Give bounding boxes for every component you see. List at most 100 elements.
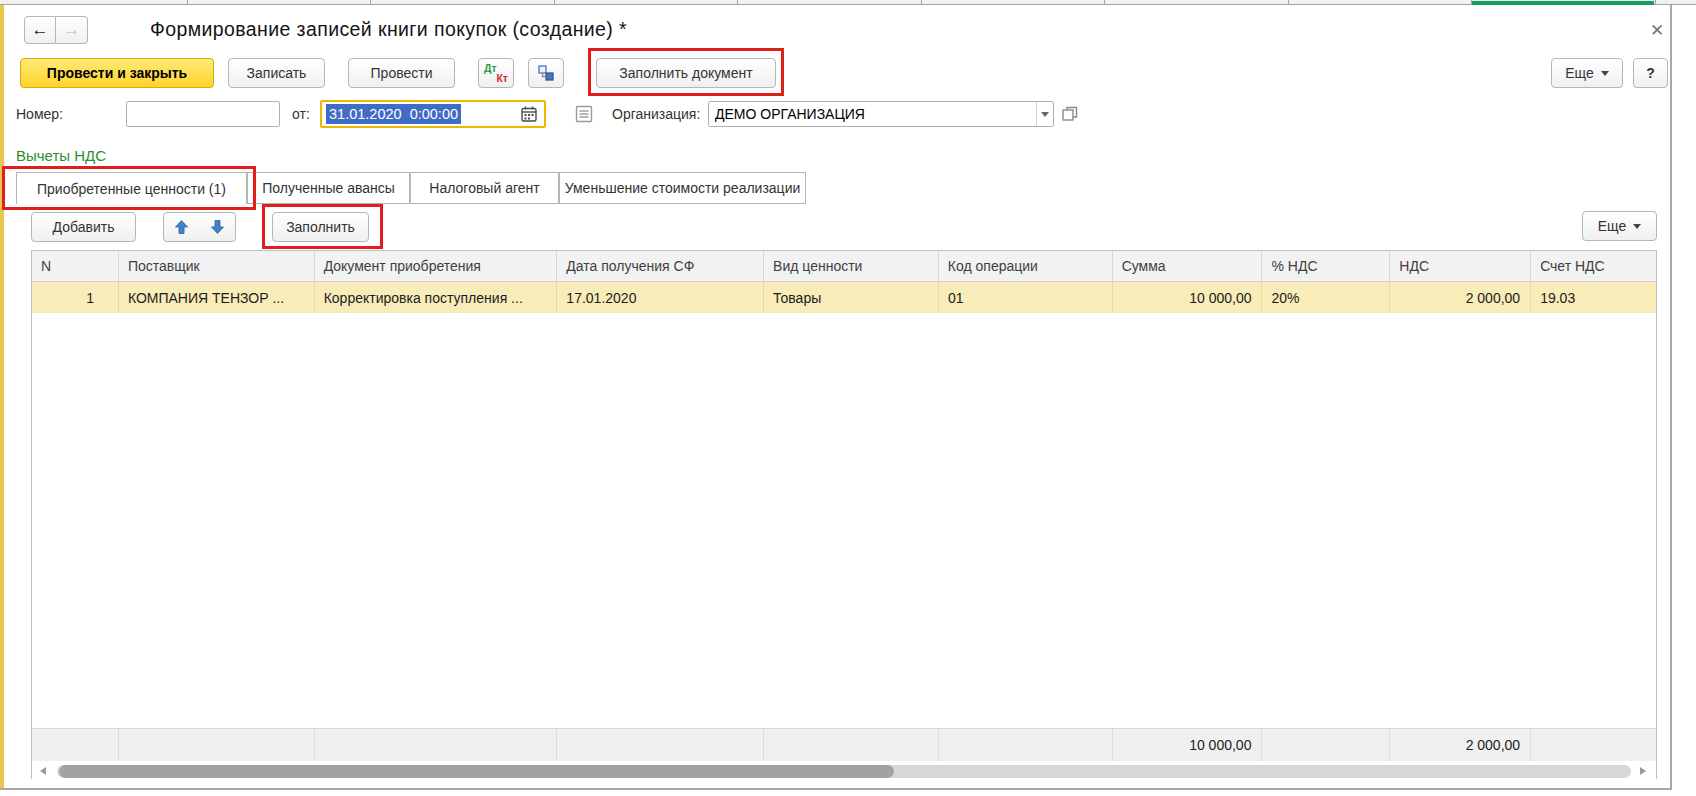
cell-vat-account[interactable]: 19.03 — [1531, 282, 1656, 313]
move-up-button[interactable] — [163, 212, 200, 242]
strip-divider — [1655, 0, 1656, 5]
date-label: от: — [292, 101, 310, 127]
table-totals-row: 10 000,00 2 000,00 — [32, 728, 1656, 761]
column-header-supplier[interactable]: Поставщик — [119, 251, 315, 281]
total-empty — [557, 729, 764, 761]
tab-label: Приобретенные ценности (1) — [37, 181, 226, 197]
column-header-vat-percent[interactable]: % НДС — [1262, 251, 1390, 281]
more-label: Еще — [1565, 65, 1594, 81]
cell-vat-percent[interactable]: 20% — [1262, 282, 1390, 313]
column-header-operation-code[interactable]: Код операции — [939, 251, 1113, 281]
forward-icon: → — [63, 20, 80, 40]
history-list-icon[interactable] — [574, 104, 594, 124]
cell-supplier[interactable]: КОМПАНИЯ ТЕНЗОР ... — [119, 282, 315, 313]
column-header-purchase-document[interactable]: Документ приобретения — [315, 251, 558, 281]
cell-value-type[interactable]: Товары — [764, 282, 939, 313]
column-header-invoice-date[interactable]: Дата получения СФ — [557, 251, 764, 281]
tab-received-advances[interactable]: Полученные авансы — [247, 172, 410, 204]
structure-icon — [537, 64, 555, 82]
arrow-down-icon — [210, 219, 225, 235]
tab-sales-cost-reduction[interactable]: Уменьшение стоимости реализации — [559, 172, 806, 204]
cell-amount[interactable]: 10 000,00 — [1113, 282, 1263, 313]
post-and-close-button[interactable]: Провести и закрыть — [20, 58, 214, 88]
total-empty — [1262, 729, 1390, 761]
section-title-vat-deductions: Вычеты НДС — [16, 147, 106, 164]
more-button-table[interactable]: Еще — [1582, 211, 1657, 241]
post-button[interactable]: Провести — [348, 58, 455, 88]
save-button[interactable]: Записать — [228, 58, 325, 88]
add-row-button[interactable]: Добавить — [31, 212, 136, 242]
more-label: Еще — [1598, 218, 1627, 234]
post-label: Провести — [371, 65, 433, 81]
fill-document-button[interactable]: Заполнить документ — [596, 58, 776, 88]
total-empty — [764, 729, 939, 761]
total-empty — [315, 729, 558, 761]
column-header-amount[interactable]: Сумма — [1113, 251, 1263, 281]
dt-kt-button[interactable]: Дт Кт — [478, 58, 514, 88]
column-header-vat[interactable]: НДС — [1390, 251, 1531, 281]
active-tab-indicator — [1472, 1, 1654, 5]
fill-document-label: Заполнить документ — [619, 65, 752, 81]
arrow-up-icon — [174, 219, 189, 235]
fill-label: Заполнить — [286, 219, 355, 235]
chevron-down-icon — [1633, 224, 1641, 229]
organization-value: ДЕМО ОРГАНИЗАЦИЯ — [715, 106, 865, 122]
tab-label: Налоговый агент — [429, 180, 539, 196]
document-structure-button[interactable] — [528, 58, 564, 88]
tab-label: Уменьшение стоимости реализации — [565, 180, 801, 196]
total-empty — [32, 729, 119, 761]
total-amount: 10 000,00 — [1113, 729, 1263, 761]
dt-label: Дт — [484, 62, 497, 74]
back-button[interactable]: ← — [24, 16, 56, 44]
help-label: ? — [1646, 65, 1655, 81]
strip-divider — [737, 0, 738, 5]
calendar-icon[interactable] — [520, 105, 538, 123]
back-icon: ← — [32, 20, 49, 40]
save-label: Записать — [247, 65, 307, 81]
move-down-button[interactable] — [199, 212, 236, 242]
horizontal-scrollbar[interactable] — [32, 762, 1656, 780]
organization-input[interactable]: ДЕМО ОРГАНИЗАЦИЯ — [708, 101, 1054, 127]
cell-n[interactable]: 1 — [32, 282, 119, 313]
column-header-n[interactable]: N — [32, 251, 119, 281]
window-right-border — [1670, 5, 1672, 790]
app-tab-strip — [0, 0, 1696, 5]
forward-button[interactable]: → — [56, 16, 88, 44]
number-input[interactable] — [126, 101, 280, 127]
organization-label: Организация: — [612, 101, 700, 127]
total-empty — [119, 729, 315, 761]
more-button-top[interactable]: Еще — [1551, 58, 1623, 88]
page-title: Формирование записей книги покупок (созд… — [150, 18, 627, 41]
chevron-down-icon — [1601, 71, 1609, 76]
tab-label: Полученные авансы — [262, 180, 395, 196]
cell-invoice-date[interactable]: 17.01.2020 — [557, 282, 764, 313]
organization-dropdown-button[interactable] — [1036, 102, 1052, 126]
close-icon[interactable]: ✕ — [1650, 20, 1664, 40]
cell-purchase-document[interactable]: Корректировка поступления ... — [315, 282, 558, 313]
form-left-accent — [0, 5, 4, 789]
open-organization-icon[interactable] — [1060, 104, 1080, 124]
dt-kt-icon: Дт Кт — [479, 59, 513, 87]
table-row[interactable]: 1 КОМПАНИЯ ТЕНЗОР ... Корректировка пост… — [32, 282, 1656, 313]
date-input[interactable]: 31.01.2020 0:00:00 — [320, 100, 546, 128]
strip-divider — [370, 0, 371, 5]
strip-divider — [1288, 0, 1289, 5]
fill-button[interactable]: Заполнить — [272, 212, 369, 242]
kt-label: Кт — [496, 72, 508, 84]
scrollbar-thumb[interactable] — [59, 765, 894, 778]
tab-tax-agent[interactable]: Налоговый агент — [410, 172, 559, 204]
add-label: Добавить — [53, 219, 115, 235]
date-value-selected: 31.01.2020 0:00:00 — [326, 104, 461, 124]
strip-divider — [187, 0, 188, 5]
column-header-value-type[interactable]: Вид ценности — [764, 251, 939, 281]
help-button[interactable]: ? — [1633, 58, 1668, 88]
cell-operation-code[interactable]: 01 — [939, 282, 1113, 313]
cell-vat[interactable]: 2 000,00 — [1390, 282, 1531, 313]
total-empty — [939, 729, 1113, 761]
strip-divider — [1104, 0, 1105, 5]
column-header-vat-account[interactable]: Счет НДС — [1531, 251, 1656, 281]
chevron-down-icon — [1041, 112, 1049, 117]
scroll-right-icon[interactable] — [1640, 767, 1646, 775]
scroll-left-icon[interactable] — [40, 767, 46, 775]
tab-acquired-values[interactable]: Приобретенные ценности (1) — [16, 172, 247, 204]
